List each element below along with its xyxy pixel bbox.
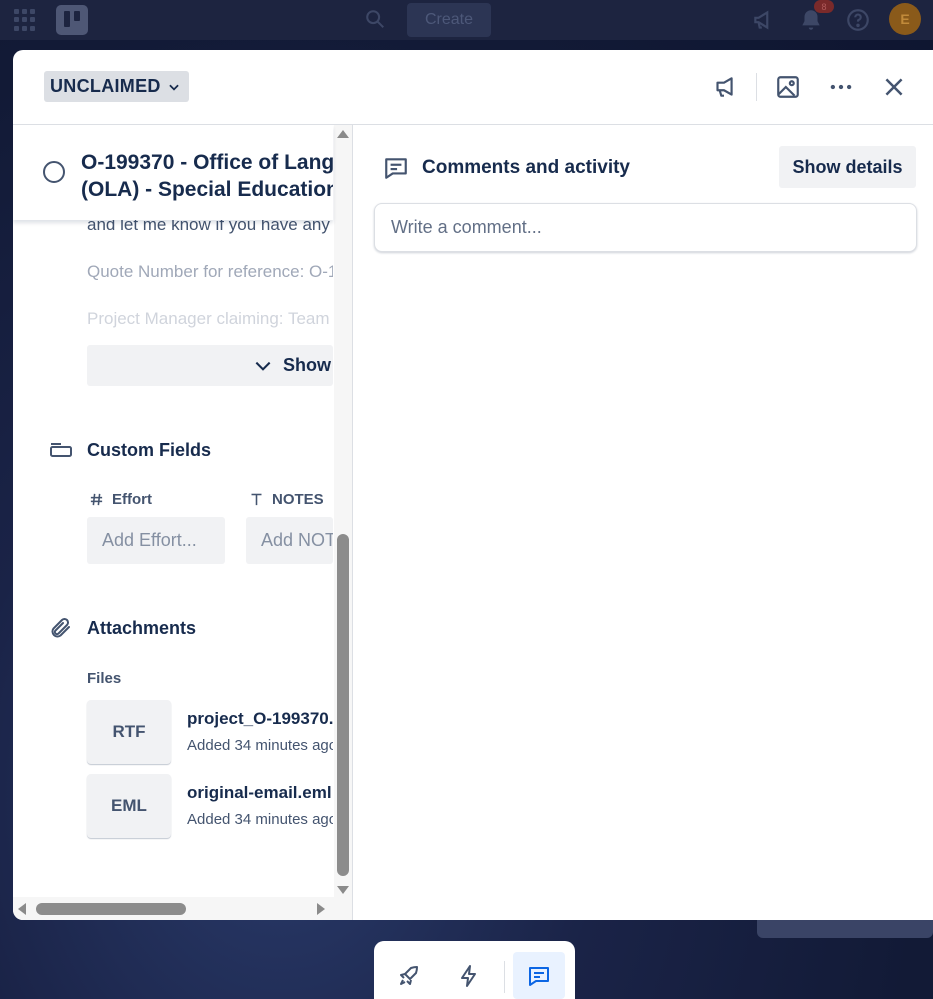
megaphone-icon[interactable]	[751, 7, 777, 33]
scrollbar-thumb[interactable]	[36, 903, 186, 915]
card-content-pane[interactable]: O-199370 - Office of Language Access (OL…	[13, 125, 353, 920]
automation-button[interactable]	[443, 952, 495, 999]
search-icon[interactable]	[364, 8, 386, 30]
file-added-time: Added 34 minutes ago	[187, 737, 333, 754]
horizontal-scrollbar[interactable]	[13, 897, 352, 920]
header-divider	[756, 73, 757, 101]
vertical-scrollbar[interactable]	[334, 125, 352, 897]
custom-fields-icon	[50, 443, 72, 457]
status-dropdown-button[interactable]: UNCLAIMED	[44, 71, 189, 102]
show-more-button[interactable]: Show more	[87, 345, 333, 386]
file-name-link[interactable]: original-email.eml	[187, 783, 333, 803]
effort-field-label: Effort	[89, 491, 152, 508]
rocket-icon	[400, 965, 418, 985]
trello-logo-icon[interactable]	[56, 5, 88, 35]
power-ups-button[interactable]	[383, 952, 435, 999]
chevron-down-icon	[169, 84, 179, 91]
comments-toggle-button[interactable]	[513, 952, 565, 999]
notes-field-label: NOTES	[249, 491, 324, 508]
file-name-link[interactable]: project_O-199370.rtf	[187, 709, 333, 729]
bottom-toolbar	[374, 941, 575, 999]
comment-icon	[385, 158, 407, 179]
chevron-down-icon	[255, 361, 271, 371]
comment-input[interactable]	[374, 203, 917, 252]
megaphone-icon[interactable]	[711, 74, 737, 100]
create-button[interactable]: Create	[407, 3, 491, 37]
card-title-bar: O-199370 - Office of Language Access (OL…	[13, 125, 333, 220]
show-more-label: Show more	[283, 355, 333, 375]
toolbar-divider	[504, 961, 505, 993]
complete-checkbox[interactable]	[43, 161, 65, 183]
text-type-icon	[251, 493, 262, 506]
scroll-down-arrow-icon[interactable]	[337, 886, 349, 894]
image-cover-icon[interactable]	[775, 74, 801, 100]
comments-title: Comments and activity	[422, 157, 630, 178]
top-navigation-bar: Create 8 E	[0, 0, 933, 40]
comments-pane: Comments and activity Show details	[354, 125, 933, 920]
file-added-time: Added 34 minutes ago	[187, 811, 333, 828]
card-detail-modal: UNCLAIMED O-199370 - Office of Language …	[13, 50, 933, 920]
description-text: Quote Number for reference: O-199370	[87, 262, 333, 281]
comment-icon	[529, 966, 549, 986]
close-icon[interactable]	[881, 74, 907, 100]
modal-header: UNCLAIMED	[13, 50, 933, 125]
notification-count-badge: 8	[814, 0, 834, 13]
show-details-button[interactable]: Show details	[779, 146, 916, 188]
custom-fields-title: Custom Fields	[87, 440, 212, 460]
effort-field-input[interactable]: Add Effort...	[87, 517, 225, 564]
lightning-bolt-icon	[461, 964, 476, 987]
number-hash-icon	[90, 493, 103, 506]
file-thumbnail[interactable]: RTF	[87, 700, 171, 764]
notes-field-input[interactable]: Add NOTES...	[246, 517, 333, 564]
more-options-icon[interactable]	[828, 74, 854, 100]
app-switcher-icon[interactable]	[14, 9, 36, 31]
file-thumbnail[interactable]: EML	[87, 774, 171, 838]
scroll-right-arrow-icon[interactable]	[317, 903, 325, 915]
status-label: UNCLAIMED	[50, 76, 161, 96]
attachments-title: Attachments	[87, 618, 197, 638]
files-label: Files	[87, 670, 122, 687]
scroll-left-arrow-icon[interactable]	[18, 903, 26, 915]
user-avatar[interactable]: E	[889, 3, 921, 35]
paperclip-icon	[51, 617, 70, 638]
help-icon[interactable]	[845, 7, 871, 33]
card-title[interactable]: O-199370 - Office of Language Access (OL…	[81, 149, 333, 203]
description-text: Project Manager claiming: Team	[87, 309, 330, 328]
scrollbar-thumb[interactable]	[337, 534, 349, 876]
scroll-up-arrow-icon[interactable]	[337, 130, 349, 138]
